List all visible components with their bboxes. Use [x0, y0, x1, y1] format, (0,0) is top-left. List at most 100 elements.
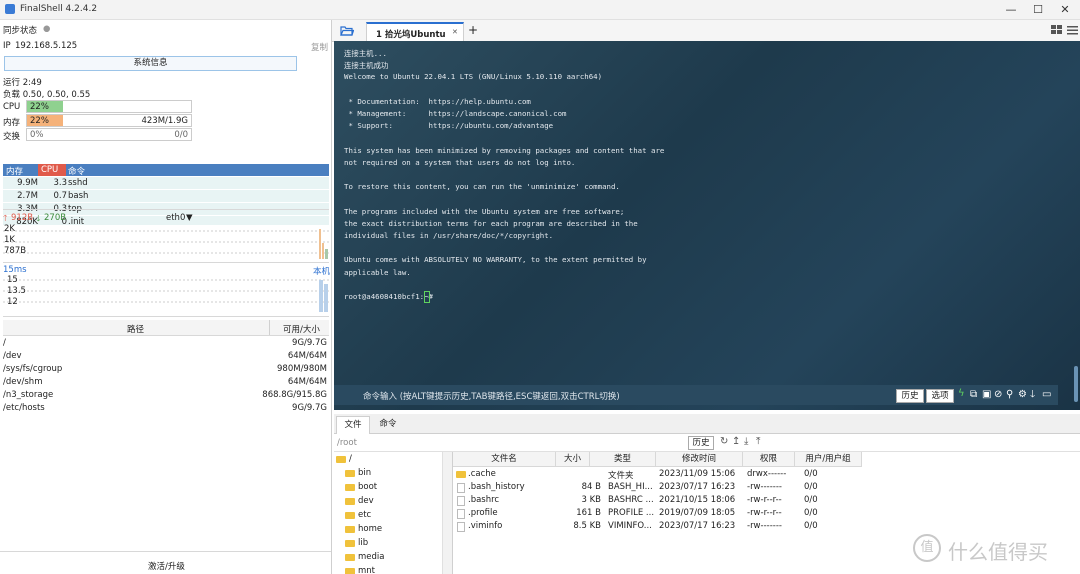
session-tab[interactable]: 1 拾光坞Ubuntu ✕ [366, 22, 464, 42]
tree-item[interactable]: media [358, 552, 384, 562]
sync-status-dot-icon: ● [43, 24, 51, 34]
tab-commands[interactable]: 命令 [372, 416, 404, 432]
close-tab-icon[interactable]: ✕ [452, 28, 458, 36]
minimize-button[interactable]: — [1000, 2, 1022, 17]
terminal-line: 连接主机... [344, 49, 387, 58]
tree-scrollbar[interactable] [442, 452, 452, 574]
upload-icon[interactable]: ⤒ [756, 437, 760, 447]
command-input[interactable]: 命令输入 (按ALT键提示历史,TAB键路径,ESC键返回,双击CTRL切换) [363, 390, 620, 402]
chevron-down-icon[interactable]: ▼ [186, 213, 193, 223]
divider [3, 262, 329, 263]
maximize-button[interactable]: ☐ [1027, 2, 1049, 17]
terminal[interactable]: 连接主机... 连接主机成功 Welcome to Ubuntu 22.04.1 L… [334, 41, 1080, 410]
disk-path[interactable]: /sys/fs/cgroup [3, 364, 62, 374]
arrow-down-icon[interactable]: 🡓 [1030, 390, 1035, 400]
swap-usage-bar: 0% 0/0 [26, 128, 192, 141]
file-header-4[interactable]: 权限 [743, 452, 795, 467]
add-tab-button[interactable]: + [468, 23, 478, 37]
file-name[interactable]: .viminfo [468, 521, 502, 531]
file-header-5[interactable]: 用户/用户组 [795, 452, 862, 467]
tree-item[interactable]: bin [358, 468, 371, 478]
file-icon [457, 509, 465, 519]
terminal-line: Ubuntu comes with ABSOLUTELY NO WARRANTY… [344, 255, 647, 265]
divider [3, 316, 329, 317]
file-permission: -rw------- [747, 482, 782, 492]
system-info-button[interactable]: 系统信息 [4, 56, 297, 71]
process-cpu: 3.3 [53, 178, 67, 188]
disk-path[interactable]: /dev [3, 351, 22, 361]
file-header-2[interactable]: 类型 [590, 452, 656, 467]
tree-item[interactable]: boot [358, 482, 377, 492]
folder-open-icon[interactable] [340, 25, 354, 36]
copy-ip-button[interactable]: 复制 [311, 41, 328, 53]
command-history-button[interactable]: 历史 [896, 389, 924, 403]
copy-icon[interactable]: ⧉ [970, 390, 977, 400]
tree-item[interactable]: / [349, 454, 352, 464]
swap-label: 交换 [3, 132, 21, 142]
file-name[interactable]: .profile [468, 508, 498, 518]
grid-view-icon[interactable] [1051, 25, 1062, 35]
process-header-cpu[interactable]: CPU [41, 165, 58, 175]
terminal-scrollbar[interactable] [1074, 366, 1078, 402]
download-icon[interactable]: ⤓ [744, 437, 748, 447]
gear-icon[interactable]: ⚙ [1018, 390, 1027, 400]
file-header-0[interactable]: 文件名 [453, 452, 556, 467]
disk-path[interactable]: /n3_storage [3, 390, 53, 400]
tree-item[interactable]: dev [358, 496, 374, 506]
terminal-line: applicable law. [344, 267, 411, 277]
swap-usage: 0/0 [174, 130, 188, 140]
file-path-input[interactable]: /root [337, 438, 357, 448]
menu-icon[interactable] [1067, 25, 1078, 35]
tree-item[interactable]: etc [358, 510, 371, 520]
tree-item[interactable]: mnt [358, 566, 375, 574]
directory-tree: / bin boot dev etc home lib media mnt [334, 452, 453, 574]
command-options-button[interactable]: 选项 [926, 389, 954, 403]
tree-item[interactable]: lib [358, 538, 368, 548]
process-header-cmd[interactable]: 命令 [68, 165, 85, 177]
process-header-mem[interactable]: 内存 [6, 165, 23, 177]
terminal-line: To restore this content, you can run the… [344, 182, 620, 192]
tree-item[interactable]: home [358, 524, 382, 534]
search-icon[interactable]: ⚲ [1006, 390, 1013, 400]
file-permission: -rw-r--r-- [747, 508, 782, 518]
folder-icon [345, 554, 355, 561]
lightning-icon[interactable]: ϟ [958, 389, 965, 399]
terminal-line: root@a4608410bcf1:~# [344, 292, 433, 301]
file-icon [457, 496, 465, 506]
terminal-line: the exact distribution terms for each pr… [344, 218, 638, 228]
divider [0, 551, 331, 552]
file-size: 8.5 KB [573, 521, 601, 531]
activate-upgrade-link[interactable]: 激活/升级 [148, 560, 185, 572]
latency-value: 15ms [3, 265, 27, 275]
link-icon[interactable]: ⊘ [994, 390, 1002, 400]
process-cpu: 0.7 [53, 191, 67, 201]
disk-header-size[interactable]: 可用/大小 [283, 323, 320, 335]
download-rate: 270B [44, 213, 67, 223]
disk-path[interactable]: /dev/shm [3, 377, 42, 387]
disk-path[interactable]: / [3, 338, 6, 348]
refresh-icon[interactable]: ↻ [720, 437, 728, 447]
ip-value: 192.168.5.125 [15, 41, 78, 51]
up-level-icon[interactable]: ↥ [732, 437, 740, 447]
window-title: FinalShell 4.2.4.2 [20, 4, 98, 14]
file-mtime: 2023/07/17 16:23 [659, 521, 736, 531]
network-tick-3: 787B [4, 246, 27, 256]
table-row[interactable] [3, 190, 329, 202]
table-row[interactable] [3, 177, 329, 189]
file-name[interactable]: .cache [468, 469, 496, 479]
watermark-logo-icon: 值 [913, 534, 941, 562]
path-history-button[interactable]: 历史 [688, 436, 714, 450]
close-button[interactable]: ✕ [1054, 2, 1076, 17]
disk-path[interactable]: /etc/hosts [3, 403, 45, 413]
paste-icon[interactable]: ▣ [982, 390, 991, 400]
file-header-1[interactable]: 大小 [556, 452, 590, 467]
divider [3, 209, 329, 210]
file-name[interactable]: .bashrc [468, 495, 499, 505]
window-icon[interactable]: ▭ [1042, 390, 1051, 400]
file-header-3[interactable]: 修改时间 [656, 452, 743, 467]
disk-header-path[interactable]: 路径 [127, 323, 144, 335]
folder-icon [345, 470, 355, 477]
network-interface-select[interactable]: eth0 [166, 213, 185, 223]
tab-files[interactable]: 文件 [336, 416, 370, 434]
file-name[interactable]: .bash_history [468, 482, 525, 492]
